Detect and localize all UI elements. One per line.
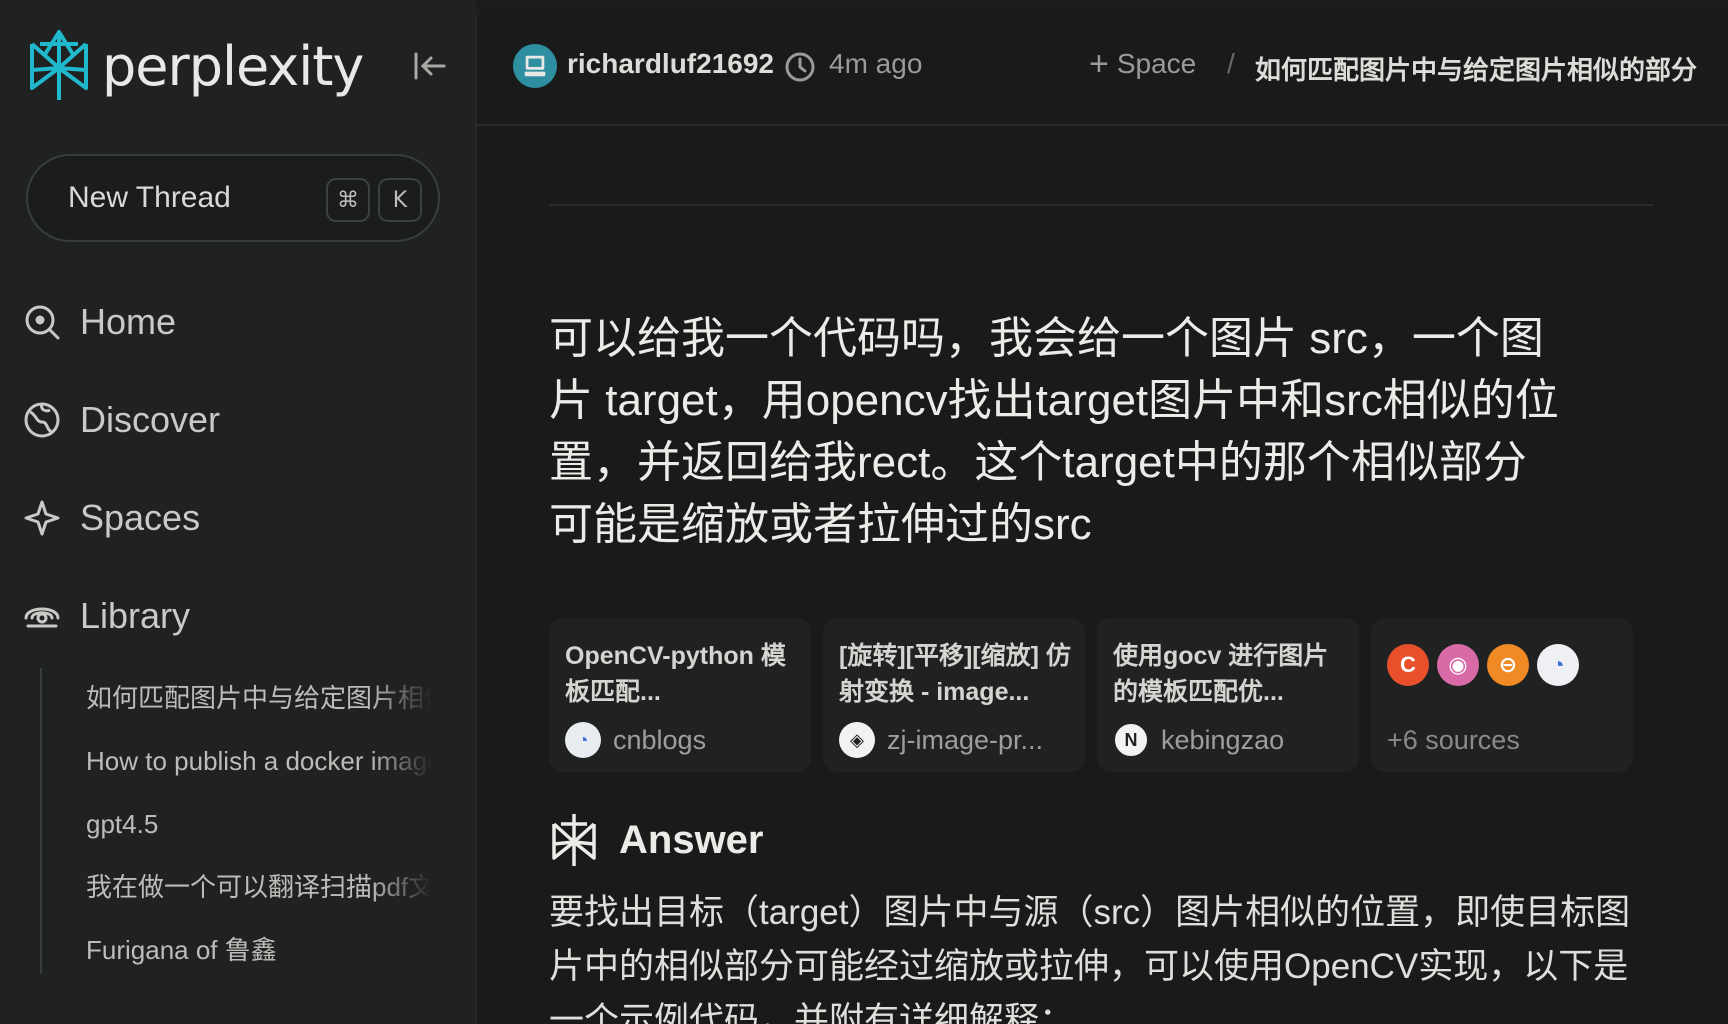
library-list: 如何匹配图片中与给定图片相似的部分 How to publish a docke… bbox=[40, 668, 432, 974]
source-favicon-icon: ⊖ bbox=[1487, 644, 1529, 686]
time-ago: 4m ago bbox=[829, 48, 923, 79]
library-item[interactable]: Furigana of 鲁鑫 bbox=[86, 930, 432, 970]
source-title: 使用gocv 进行图片的模板匹配优... bbox=[1113, 642, 1329, 706]
source-favicon-icon: ◔ bbox=[1537, 644, 1579, 686]
avatar[interactable] bbox=[513, 44, 557, 88]
source-title: OpenCV-python 模板匹配... bbox=[565, 642, 786, 706]
add-to-space-button[interactable]: + Space bbox=[1089, 45, 1197, 83]
sidebar-item-label: Home bbox=[80, 301, 177, 342]
kebingzao-icon: N bbox=[1113, 722, 1149, 758]
source-site: cnblogs bbox=[613, 724, 707, 755]
answer-heading: Answer bbox=[549, 812, 764, 868]
sidebar: perplexity New Thread ⌘ K Home Discover … bbox=[0, 0, 476, 1024]
library-item[interactable]: 如何匹配图片中与给定图片相似的部分 bbox=[86, 678, 432, 718]
library-item[interactable]: 我在做一个可以翻译扫描pdf文件 bbox=[86, 867, 432, 907]
library-item[interactable]: gpt4.5 bbox=[86, 804, 432, 844]
collapse-sidebar-icon[interactable] bbox=[410, 48, 450, 84]
library-icon bbox=[24, 607, 60, 628]
sidebar-item-label: Discover bbox=[80, 399, 221, 440]
question-text: 可以给我一个代码吗，我会给一个图片 src，一个图片 target，用openc… bbox=[549, 314, 1559, 549]
sidebar-item-label: Library bbox=[80, 595, 191, 636]
library-item[interactable]: How to publish a docker image bbox=[86, 741, 432, 781]
space-label: Space bbox=[1116, 48, 1197, 79]
globe-icon bbox=[24, 402, 60, 438]
more-sources-card[interactable]: C ◉ ⊖ ◔ +6 sources bbox=[1371, 618, 1633, 772]
sidebar-item-home[interactable]: Home bbox=[22, 292, 176, 352]
cnblogs-icon: ◔ bbox=[565, 722, 601, 758]
sidebar-item-library[interactable]: Library bbox=[22, 586, 190, 646]
source-card[interactable]: 使用gocv 进行图片的模板匹配优... N kebingzao bbox=[1097, 618, 1359, 772]
main-panel: richardluf21692 4m ago + Space / 如何匹配图片中… bbox=[476, 6, 1728, 1024]
cmd-key: ⌘ bbox=[326, 178, 370, 222]
zj-image-icon: ◈ bbox=[839, 722, 875, 758]
user-avatar-icon bbox=[524, 55, 546, 77]
source-site: kebingzao bbox=[1161, 724, 1285, 755]
new-thread-label: New Thread bbox=[68, 181, 231, 214]
sparkle-icon bbox=[24, 500, 60, 536]
source-card[interactable]: OpenCV-python 模板匹配... ◔ cnblogs bbox=[549, 618, 811, 772]
thread-title[interactable]: 如何匹配图片中与给定图片相似的部分 bbox=[1255, 50, 1697, 87]
k-key: K bbox=[378, 178, 422, 222]
thread-header: richardluf21692 4m ago + Space / 如何匹配图片中… bbox=[477, 6, 1728, 126]
new-thread-button[interactable]: New Thread ⌘ K bbox=[26, 154, 440, 242]
more-sources-label: +6 sources bbox=[1387, 725, 1520, 755]
perplexity-logo[interactable]: perplexity bbox=[26, 30, 364, 102]
source-card[interactable]: [旋转][平移][缩放] 仿射变换 - image... ◈ zj-image-… bbox=[823, 618, 1085, 772]
clock-icon bbox=[785, 52, 815, 82]
source-site: zj-image-pr... bbox=[887, 724, 1044, 755]
search-icon bbox=[25, 305, 60, 340]
sidebar-item-discover[interactable]: Discover bbox=[22, 390, 220, 450]
sidebar-item-label: Spaces bbox=[80, 497, 201, 538]
breadcrumb-separator: / bbox=[1227, 48, 1235, 79]
answer-label: Answer bbox=[619, 817, 764, 862]
answer-text: 要找出目标（target）图片中与源（src）图片相似的位置，即使目标图片中的相… bbox=[549, 893, 1631, 1024]
plus-icon: + bbox=[1089, 45, 1109, 83]
divider bbox=[549, 204, 1653, 206]
source-favicon-icon: ◉ bbox=[1437, 644, 1479, 686]
perplexity-logo-icon bbox=[30, 30, 88, 100]
source-favicon-icon: C bbox=[1387, 644, 1429, 686]
username[interactable]: richardluf21692 bbox=[567, 48, 774, 80]
perplexity-answer-icon bbox=[552, 814, 596, 866]
sidebar-item-spaces[interactable]: Spaces bbox=[22, 488, 200, 548]
brand-name: perplexity bbox=[102, 34, 364, 98]
source-title: [旋转][平移][缩放] 仿射变换 - image... bbox=[839, 642, 1071, 706]
